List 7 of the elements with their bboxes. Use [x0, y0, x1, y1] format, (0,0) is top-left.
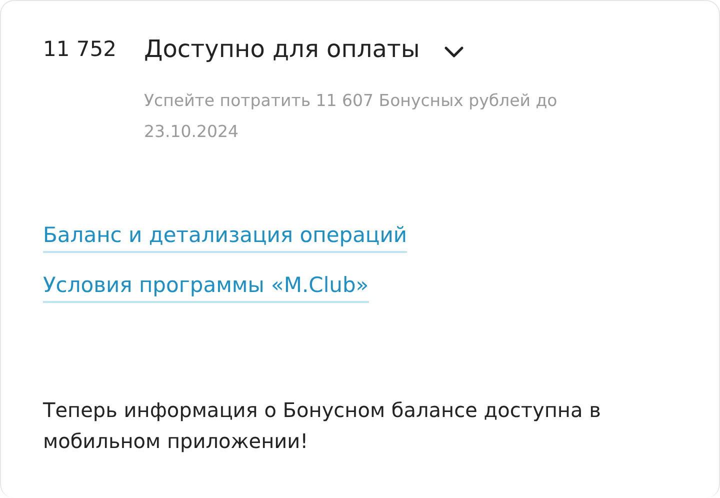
bonus-amount: 11 752	[43, 36, 118, 63]
chevron-down-icon[interactable]	[444, 46, 464, 58]
info-message: Теперь информация о Бонусном балансе доступна в мобильном приложении!	[43, 397, 602, 455]
link[interactable]: Баланс и детализация операций	[43, 223, 408, 253]
balance-title: Доступно для оплаты	[144, 34, 420, 65]
expiry-note: Успейте потратить 11 607 Бонусных рублей до 23.10.2024	[144, 90, 558, 143]
link[interactable]: Условия программы «M.Club»	[43, 273, 369, 303]
